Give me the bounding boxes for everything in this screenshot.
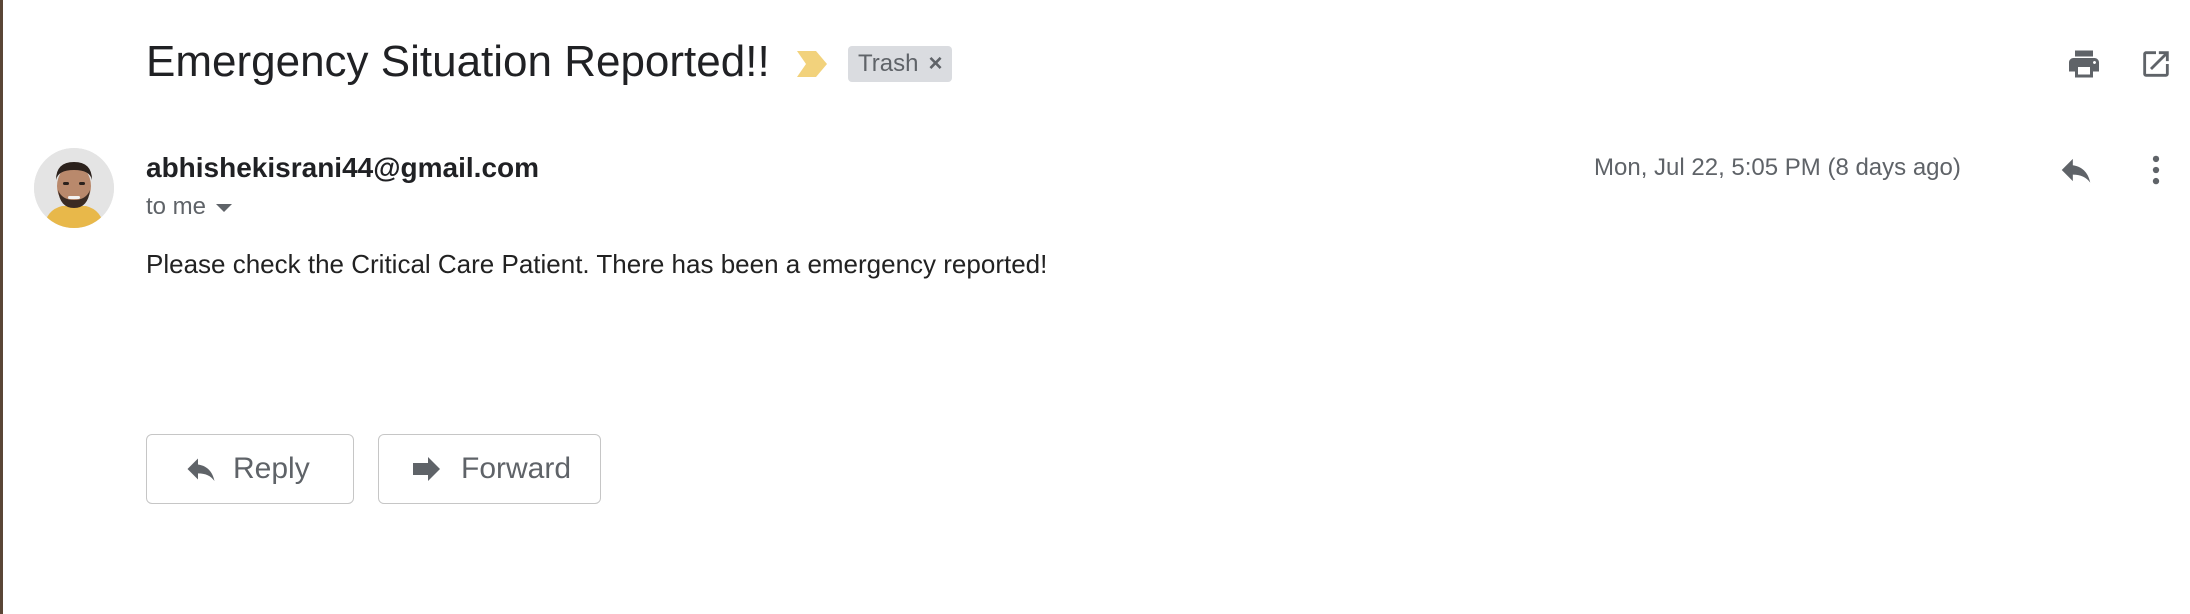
reply-button[interactable]: Reply bbox=[146, 434, 354, 504]
forward-button[interactable]: Forward bbox=[378, 434, 601, 504]
label-chip-text: Trash bbox=[858, 50, 919, 77]
email-subject: Emergency Situation Reported!! bbox=[146, 37, 770, 86]
more-vert-icon[interactable] bbox=[2134, 148, 2178, 192]
caret-down-icon[interactable] bbox=[216, 204, 233, 212]
forward-icon bbox=[407, 451, 443, 487]
recipient-details-toggle[interactable]: to me bbox=[146, 193, 233, 221]
forward-button-label: Forward bbox=[461, 452, 572, 485]
label-chip-trash: Trash × bbox=[848, 46, 953, 82]
importance-marker-icon[interactable] bbox=[796, 50, 828, 78]
reply-button-label: Reply bbox=[233, 452, 310, 485]
recipient-label: to me bbox=[146, 193, 207, 220]
window-edge bbox=[0, 0, 3, 614]
print-icon[interactable] bbox=[2064, 44, 2104, 84]
close-icon[interactable]: × bbox=[928, 50, 942, 78]
email-body: Please check the Critical Care Patient. … bbox=[146, 249, 1048, 279]
open-in-new-window-icon[interactable] bbox=[2136, 44, 2176, 84]
avatar[interactable] bbox=[34, 148, 114, 228]
reply-icon[interactable] bbox=[2054, 148, 2098, 192]
sender-email[interactable]: abhishekisrani44@gmail.com bbox=[146, 152, 539, 184]
email-date: Mon, Jul 22, 5:05 PM (8 days ago) bbox=[1594, 154, 1961, 181]
reply-icon bbox=[183, 451, 219, 487]
